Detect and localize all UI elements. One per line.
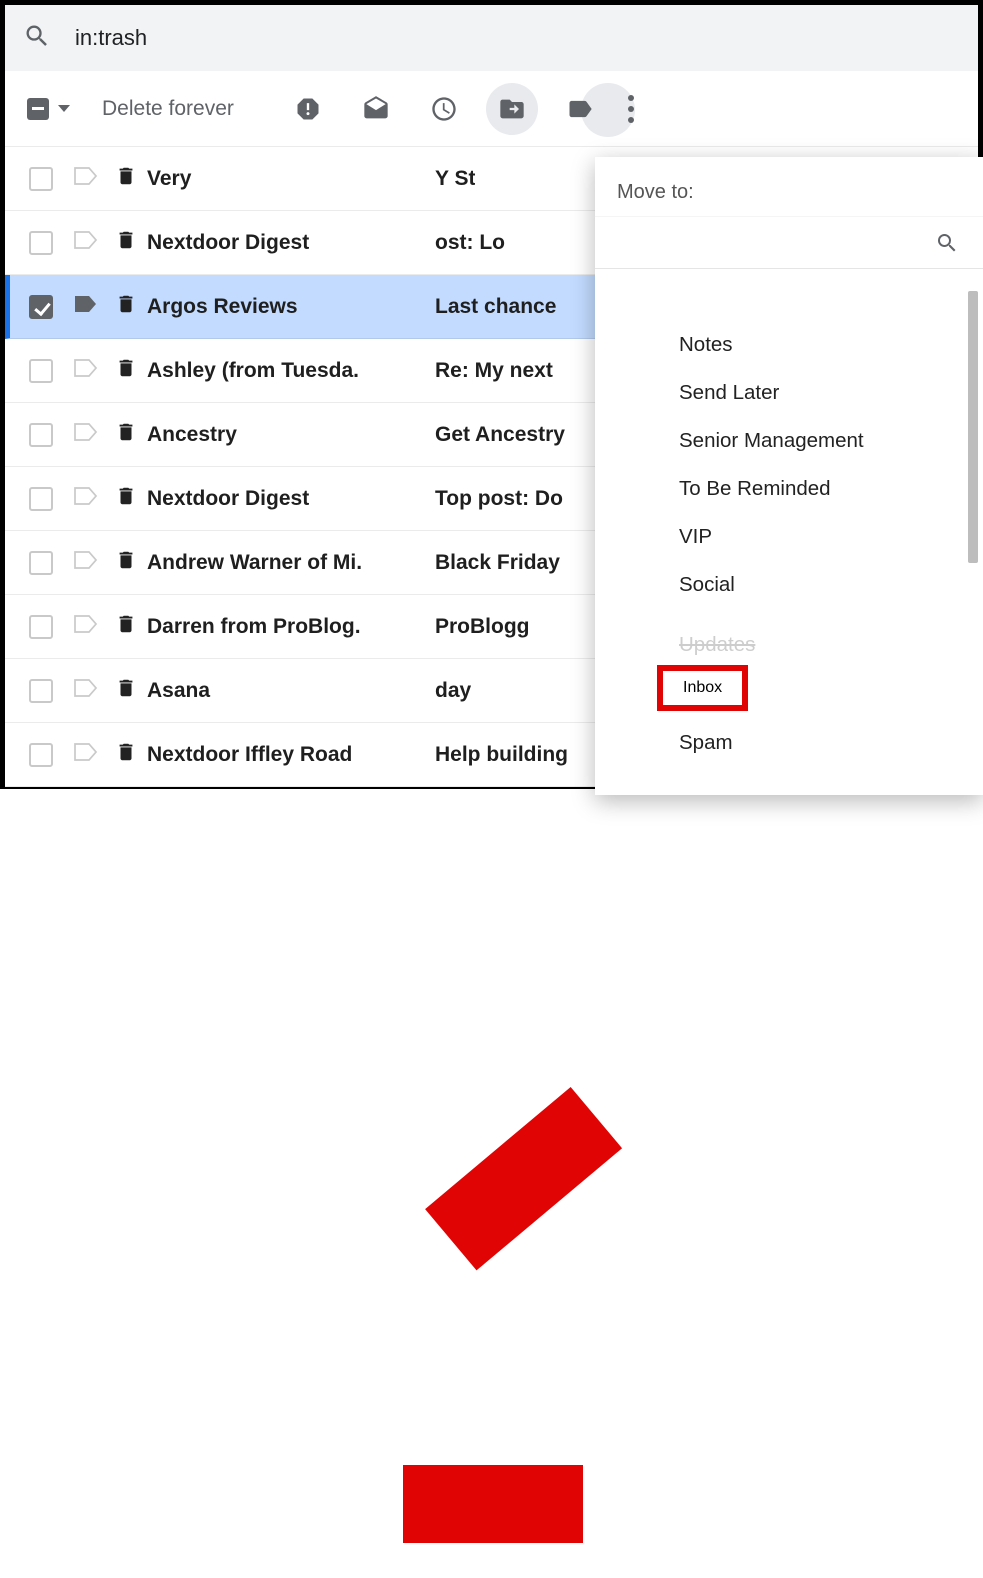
- move-item-notes[interactable]: Notes: [595, 321, 983, 369]
- trash-icon: [115, 228, 137, 257]
- row-checkbox[interactable]: [29, 423, 53, 447]
- importance-icon[interactable]: [73, 293, 99, 320]
- sender-name: Nextdoor Digest: [147, 487, 435, 511]
- subject-text: Last chance: [435, 295, 556, 319]
- importance-icon[interactable]: [73, 677, 99, 704]
- search-icon: [23, 22, 75, 55]
- importance-icon[interactable]: [73, 357, 99, 384]
- subject-text: ProBlogg: [435, 615, 530, 639]
- subject-text: Get Ancestry: [435, 423, 565, 447]
- importance-icon[interactable]: [73, 549, 99, 576]
- move-item-send-later[interactable]: Send Later: [595, 369, 983, 417]
- move-to-search[interactable]: [595, 217, 983, 269]
- sender-name: Nextdoor Digest: [147, 231, 435, 255]
- labels-icon[interactable]: [554, 83, 606, 135]
- importance-icon[interactable]: [73, 613, 99, 640]
- trash-icon: [115, 548, 137, 577]
- move-item-vip[interactable]: VIP: [595, 513, 983, 561]
- report-spam-icon[interactable]: [282, 83, 334, 135]
- subject-text: Help building: [435, 743, 568, 767]
- toolbar: Delete forever: [5, 71, 978, 147]
- trash-icon: [115, 420, 137, 449]
- move-item-senior-management[interactable]: Senior Management: [595, 417, 983, 465]
- search-input[interactable]: [75, 25, 960, 51]
- trash-icon: [115, 164, 137, 193]
- row-checkbox[interactable]: [29, 551, 53, 575]
- sender-name: Ancestry: [147, 423, 435, 447]
- sender-name: Argos Reviews: [147, 295, 435, 319]
- sender-name: Darren from ProBlog.: [147, 615, 435, 639]
- subject-text: Re: My next: [435, 359, 553, 383]
- trash-icon: [115, 612, 137, 641]
- delete-forever-button[interactable]: Delete forever: [102, 97, 234, 121]
- importance-icon[interactable]: [73, 741, 99, 768]
- importance-icon[interactable]: [73, 165, 99, 192]
- sender-name: Nextdoor Iffley Road: [147, 743, 435, 767]
- row-checkbox[interactable]: [29, 295, 53, 319]
- snooze-icon[interactable]: [418, 83, 470, 135]
- more-icon[interactable]: [628, 95, 634, 123]
- importance-icon[interactable]: [73, 229, 99, 256]
- chevron-down-icon[interactable]: [58, 105, 70, 112]
- sender-name: Andrew Warner of Mi.: [147, 551, 435, 575]
- trash-icon: [115, 484, 137, 513]
- move-to-title: Move to:: [595, 157, 983, 217]
- move-to-icon[interactable]: [486, 83, 538, 135]
- subject-text: Black Friday: [435, 551, 560, 575]
- row-checkbox[interactable]: [29, 167, 53, 191]
- trash-icon: [115, 292, 137, 321]
- trash-icon: [115, 740, 137, 769]
- sender-name: Very: [147, 167, 435, 191]
- sender-name: Ashley (from Tuesda.: [147, 359, 435, 383]
- move-item-spam[interactable]: Spam: [595, 719, 983, 767]
- mark-read-icon[interactable]: [350, 83, 402, 135]
- importance-icon[interactable]: [73, 421, 99, 448]
- row-checkbox[interactable]: [29, 359, 53, 383]
- row-checkbox[interactable]: [29, 743, 53, 767]
- row-checkbox[interactable]: [29, 231, 53, 255]
- annotation-arrow-icon: [403, 1465, 983, 1543]
- move-item-social[interactable]: Social: [595, 561, 983, 609]
- subject-text: day: [435, 679, 471, 703]
- subject-text: Y St: [435, 167, 475, 191]
- importance-icon[interactable]: [73, 485, 99, 512]
- move-to-popup: Move to: Notes Send Later Senior Managem…: [595, 157, 983, 795]
- scrollbar[interactable]: [968, 291, 978, 563]
- trash-icon: [115, 356, 137, 385]
- search-bar: [5, 5, 978, 71]
- move-item-to-be-reminded[interactable]: To Be Reminded: [595, 465, 983, 513]
- move-item-inbox[interactable]: Inbox: [657, 665, 748, 711]
- row-checkbox[interactable]: [29, 615, 53, 639]
- trash-icon: [115, 676, 137, 705]
- subject-text: Top post: Do: [435, 487, 563, 511]
- subject-text: ost: Lo: [435, 231, 505, 255]
- sender-name: Asana: [147, 679, 435, 703]
- move-item-updates[interactable]: Updates: [595, 609, 983, 657]
- row-checkbox[interactable]: [29, 679, 53, 703]
- row-checkbox[interactable]: [29, 487, 53, 511]
- select-checkbox[interactable]: [27, 98, 70, 120]
